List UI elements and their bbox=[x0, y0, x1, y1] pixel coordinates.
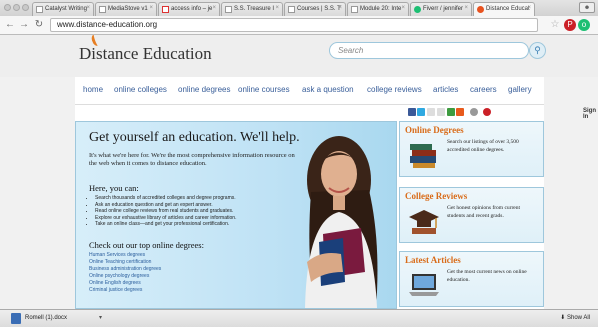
word-document-icon bbox=[11, 313, 21, 324]
sidebox-title[interactable]: Online Degrees bbox=[405, 125, 464, 135]
sidebox-text: Search our listings of over 3,500 accred… bbox=[447, 139, 519, 153]
browser-tab-active[interactable]: Distance Educat × bbox=[473, 2, 535, 16]
page-icon bbox=[225, 6, 232, 13]
browser-tab[interactable]: access info – je × bbox=[158, 2, 220, 16]
hero-banner: Get yourself an education. We'll help. I… bbox=[75, 121, 397, 309]
search-icon[interactable]: ⚲ bbox=[529, 42, 546, 59]
twitter-icon[interactable] bbox=[417, 108, 425, 116]
degree-link[interactable]: Online psychology degrees bbox=[89, 273, 161, 280]
nav-home[interactable]: home bbox=[83, 85, 103, 94]
email-icon[interactable] bbox=[447, 108, 455, 116]
sidebox-text: Get honest opinions from current student… bbox=[447, 205, 521, 219]
sidebar: Online Degrees Search our listings of ov… bbox=[399, 121, 544, 309]
pinterest-share-icon[interactable] bbox=[483, 108, 491, 116]
site-logo[interactable]: Distance Education bbox=[79, 44, 212, 64]
main-nav: home online colleges online degrees onli… bbox=[75, 77, 544, 105]
profile-icon[interactable]: ☻ bbox=[579, 2, 595, 13]
degree-link[interactable]: Online Teaching certification bbox=[89, 259, 161, 266]
here-you-can-heading: Here, you can: bbox=[89, 183, 139, 193]
browser-tab[interactable]: Fiverr / jennifer × bbox=[410, 2, 472, 16]
rss-icon[interactable] bbox=[456, 108, 464, 116]
browser-tab[interactable]: Module 20: Inte × bbox=[347, 2, 409, 16]
nav-ask-a-question[interactable]: ask a question bbox=[302, 85, 354, 94]
zoom-window-icon[interactable] bbox=[22, 4, 29, 11]
gmail-icon bbox=[162, 6, 169, 13]
main-content: Get yourself an education. We'll help. I… bbox=[75, 121, 544, 309]
nav-online-colleges[interactable]: online colleges bbox=[114, 85, 167, 94]
close-tab-icon[interactable]: × bbox=[212, 5, 216, 11]
nav-articles[interactable]: articles bbox=[433, 85, 458, 94]
reload-icon[interactable]: ↻ bbox=[33, 19, 45, 31]
latest-articles-box[interactable]: Latest Articles Get the most current new… bbox=[399, 251, 544, 307]
books-icon bbox=[410, 144, 436, 168]
browser-tab[interactable]: Catalyst Writing × bbox=[32, 2, 94, 16]
fiverr-icon bbox=[414, 6, 421, 13]
graduation-cap-icon bbox=[409, 210, 439, 234]
student-photo bbox=[305, 136, 378, 308]
forward-icon[interactable]: → bbox=[18, 19, 30, 31]
minimize-window-icon[interactable] bbox=[13, 4, 20, 11]
page-icon bbox=[99, 6, 106, 13]
facebook-icon[interactable] bbox=[408, 108, 416, 116]
degree-link[interactable]: Online English degrees bbox=[89, 280, 161, 287]
page-icon bbox=[36, 6, 43, 13]
sign-in-link[interactable]: Sign In bbox=[583, 108, 596, 120]
hero-intro: It's what we're here for. We're the most… bbox=[89, 152, 295, 167]
site-header: Distance Education Search ⚲ bbox=[0, 35, 598, 77]
close-tab-icon[interactable]: × bbox=[275, 5, 279, 11]
browser-tab-bar: Catalyst Writing × MediaStove v1 × access … bbox=[0, 0, 598, 16]
close-tab-icon[interactable]: × bbox=[401, 5, 405, 11]
extension-icon[interactable]: o bbox=[578, 19, 590, 31]
laptop-icon bbox=[409, 274, 439, 296]
download-filename: Romell (1).docx bbox=[25, 315, 68, 321]
close-tab-icon[interactable]: × bbox=[527, 5, 531, 11]
sidebox-title[interactable]: College Reviews bbox=[405, 191, 467, 201]
sidebox-text: Get the most current news on online educ… bbox=[447, 269, 527, 283]
degree-links: Human Services degrees Online Teaching c… bbox=[89, 252, 161, 294]
share-icon[interactable] bbox=[437, 108, 445, 116]
back-icon[interactable]: ← bbox=[4, 19, 16, 31]
web-page: Distance Education Search ⚲ home online … bbox=[0, 35, 598, 309]
site-favicon-icon bbox=[477, 6, 484, 13]
sidebox-title[interactable]: Latest Articles bbox=[405, 255, 461, 265]
college-reviews-box[interactable]: College Reviews Get honest opinions from… bbox=[399, 187, 544, 243]
nav-college-reviews[interactable]: college reviews bbox=[367, 85, 422, 94]
top-degrees-heading: Check out our top online degrees: bbox=[89, 240, 204, 250]
page-icon bbox=[351, 6, 358, 13]
feature-list: Search thousands of accredited colleges … bbox=[95, 195, 305, 228]
social-bar: Sign In bbox=[75, 105, 596, 121]
degree-link[interactable]: Criminal justice degrees bbox=[89, 287, 161, 294]
bookmark-star-icon[interactable]: ☆ bbox=[549, 19, 561, 31]
browser-toolbar: ← → ↻ www.distance-education.org ☆ P o bbox=[0, 16, 598, 35]
nav-online-courses[interactable]: online courses bbox=[238, 85, 290, 94]
download-bar: Romell (1).docx ▾ ⬇ Show All bbox=[0, 309, 598, 327]
hero-title: Get yourself an education. We'll help. bbox=[89, 130, 300, 145]
close-tab-icon[interactable]: × bbox=[86, 5, 90, 11]
close-tab-icon[interactable]: × bbox=[464, 5, 468, 11]
browser-tab[interactable]: MediaStove v1 × bbox=[95, 2, 157, 16]
close-window-icon[interactable] bbox=[4, 4, 11, 11]
page-icon bbox=[288, 6, 295, 13]
chevron-down-icon[interactable]: ▾ bbox=[99, 314, 102, 321]
close-tab-icon[interactable]: × bbox=[338, 5, 342, 11]
nav-careers[interactable]: careers bbox=[470, 85, 497, 94]
pinterest-icon[interactable]: P bbox=[564, 19, 576, 31]
close-tab-icon[interactable]: × bbox=[149, 5, 153, 11]
degree-link[interactable]: Business administration degrees bbox=[89, 266, 161, 273]
online-degrees-box[interactable]: Online Degrees Search our listings of ov… bbox=[399, 121, 544, 177]
nav-gallery[interactable]: gallery bbox=[508, 85, 532, 94]
download-item[interactable]: Romell (1).docx ▾ bbox=[11, 313, 106, 325]
download-arrow-icon: ⬇ bbox=[560, 315, 567, 321]
list-item: Take an online class—and get your profes… bbox=[95, 221, 305, 228]
digg-icon[interactable] bbox=[470, 108, 478, 116]
search-input[interactable]: Search bbox=[329, 42, 529, 59]
address-bar[interactable]: www.distance-education.org bbox=[50, 18, 538, 32]
degree-link[interactable]: Human Services degrees bbox=[89, 252, 161, 259]
browser-tab[interactable]: S.S. Treasure I × bbox=[221, 2, 283, 16]
google-plus-icon[interactable] bbox=[427, 108, 435, 116]
show-all-button[interactable]: ⬇ Show All bbox=[560, 314, 590, 321]
browser-tab[interactable]: Courses | S.S. T × bbox=[284, 2, 346, 16]
nav-online-degrees[interactable]: online degrees bbox=[178, 85, 230, 94]
